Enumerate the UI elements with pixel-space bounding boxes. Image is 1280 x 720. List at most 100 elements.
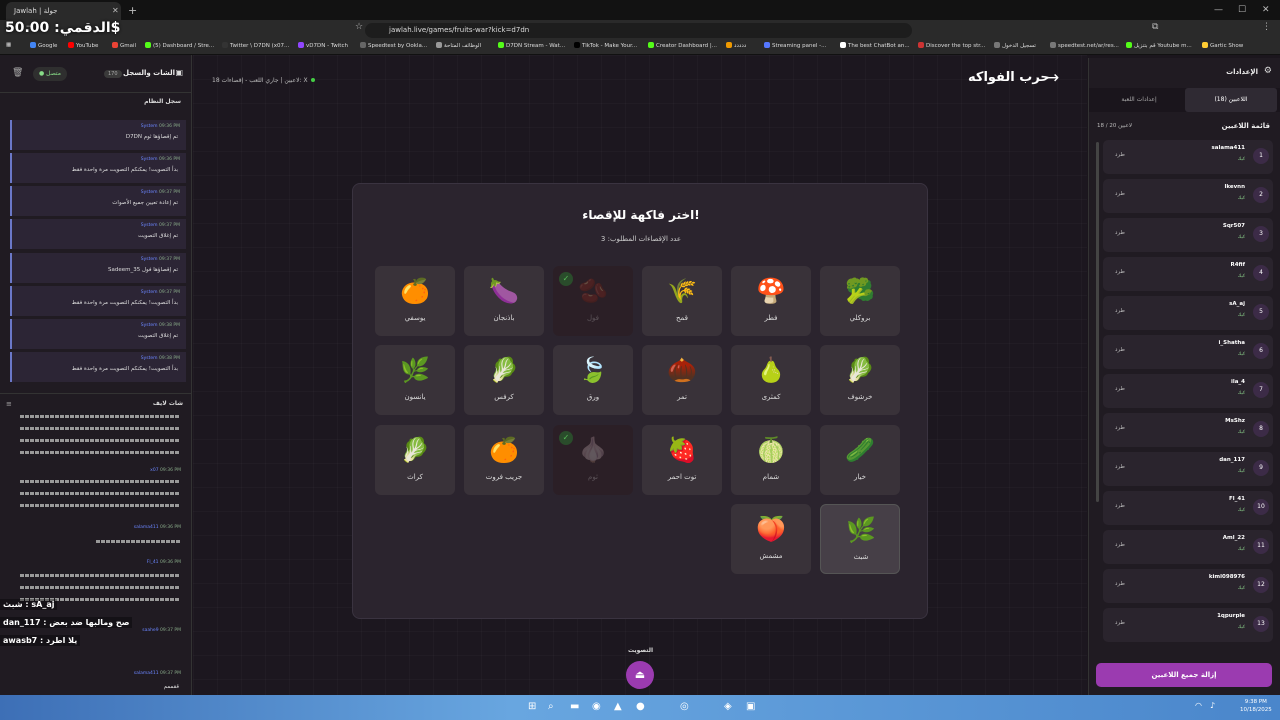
bookmark[interactable]: TikTok - Make Your... (574, 42, 637, 49)
kick-button[interactable]: طرد (1115, 191, 1125, 197)
bookmark[interactable]: Gartic Show (1202, 42, 1243, 49)
fruit-tile[interactable]: 🥬 كرفس (464, 345, 544, 415)
fruit-tile[interactable]: 🌿 يانسون (375, 345, 455, 415)
log-item: System 09:37 PM تم إغلاق التصويت (10, 219, 186, 249)
fruit-tile[interactable]: 🥬 كراث (375, 425, 455, 495)
bookmark[interactable]: YouTube (68, 42, 98, 49)
overlay-chat-line: dan_117 : صح ومالبها ضد بعض (0, 617, 133, 628)
bookmark[interactable]: ددددد (726, 42, 746, 49)
kick-button[interactable]: طرد (1115, 269, 1125, 275)
extensions-icon[interactable]: ⧉ (1152, 22, 1158, 32)
bookmark[interactable]: Streaming panel -... (764, 42, 826, 49)
fruit-tile[interactable]: 🌰 تمر (642, 345, 722, 415)
chat-meta: saahe9 09:37 PM (142, 628, 181, 633)
kick-button[interactable]: طرد (1115, 581, 1125, 587)
fruit-tile[interactable]: 🌾 قمح (642, 266, 722, 336)
player-platform: كيك (1237, 313, 1245, 318)
chat-meta: salama411 09:36 PM (133, 525, 181, 530)
file-explorer-icon[interactable]: ▬ (570, 701, 579, 712)
fruit-tile[interactable]: 🍊 يوسفي (375, 266, 455, 336)
chrome-icon[interactable]: ◉ (592, 701, 601, 712)
player-row: 10 Fl_41 كيك طرد (1103, 491, 1273, 525)
kick-button[interactable]: طرد (1115, 308, 1125, 314)
new-tab-icon[interactable]: + (128, 2, 137, 20)
bookmark[interactable]: speedtest.net/ar/res... (1050, 42, 1119, 49)
divider (0, 393, 192, 394)
kick-button[interactable]: طرد (1115, 620, 1125, 626)
scrollbar[interactable] (1096, 142, 1099, 502)
kick-button[interactable]: طرد (1115, 386, 1125, 392)
bookmark[interactable]: قم بتنزيل Youtube m... (1126, 42, 1192, 49)
fruit-tile[interactable]: 🍑 مشمش (731, 504, 811, 574)
app-icon[interactable]: ◈ (724, 701, 732, 712)
minimize-icon[interactable]: — (1214, 2, 1223, 18)
kick-button[interactable]: طرد (1115, 347, 1125, 353)
fruit-label: كراث (407, 473, 423, 481)
bookmark[interactable]: Discover the top str... (918, 42, 985, 49)
kick-button[interactable]: طرد (1115, 425, 1125, 431)
fruit-tile[interactable]: 🌿 شبث (820, 504, 900, 574)
bookmark[interactable]: Speedtest by Ookla... (360, 42, 427, 49)
bookmark-star-icon[interactable]: ☆ (355, 22, 363, 32)
kick-app-icon[interactable]: ▣ (746, 701, 755, 712)
maximize-icon[interactable]: ☐ (1238, 2, 1246, 18)
fruit-tile[interactable]: 🍃 ورق (553, 345, 633, 415)
player-platform: كيك (1237, 508, 1245, 513)
vote-button[interactable]: ⏏ (626, 661, 654, 689)
menu-icon[interactable]: ⋮ (1262, 22, 1271, 32)
filter-icon[interactable]: ≡ (6, 400, 12, 408)
fruit-tile[interactable]: 🍊 جريب فروت (464, 425, 544, 495)
kick-button[interactable]: طرد (1115, 503, 1125, 509)
tab-players[interactable]: اللاعبين (18) (1185, 88, 1277, 112)
player-row: 13 1qpurple كيك طرد (1103, 608, 1273, 642)
window-close-icon[interactable]: ✕ (1262, 2, 1270, 18)
search-icon[interactable]: ⌕ (548, 701, 554, 712)
brave-icon[interactable]: ▲ (614, 701, 622, 712)
log-item: System 09:37 PM Sadeem_35 تم إقصاؤها فول (10, 253, 186, 283)
player-platform: كيك (1237, 469, 1245, 474)
fruit-icon: 🍆 (489, 277, 519, 305)
tab-game-settings[interactable]: إعدادات اللعبة (1093, 88, 1185, 112)
kick-button[interactable]: طرد (1115, 152, 1125, 158)
kick-button[interactable]: طرد (1115, 464, 1125, 470)
settings-panel: الإعدادات ⚙ اللاعبين (18) إعدادات اللعبة… (1088, 58, 1280, 695)
app-icon[interactable]: ● (636, 701, 645, 712)
fruit-tile[interactable]: 🥬 خرشوف (820, 345, 900, 415)
bookmark[interactable]: D7DN Stream - Wat... (498, 42, 565, 49)
fruit-tile[interactable]: 🧄 ثوم ✓ (553, 425, 633, 495)
bookmark[interactable]: تسجيل الدخول (994, 42, 1036, 49)
bookmark[interactable]: Creator Dashboard |... (648, 42, 717, 49)
bookmark[interactable]: Gmail (112, 42, 136, 49)
tab-bar: اللاعبين (18) إعدادات اللعبة (1089, 88, 1280, 112)
fruit-tile[interactable]: 🫘 فول ✓ (553, 266, 633, 336)
close-icon[interactable]: ✕ (112, 2, 119, 20)
bookmark[interactable]: الوظائف المتاحة (436, 42, 481, 49)
log-item: System 09:37 PM بدأ التصويت! يمكنكم التصو… (10, 286, 186, 316)
fruit-tile[interactable]: 🍈 شمام (731, 425, 811, 495)
remove-all-players-button[interactable]: إزالة جميع اللاعبين (1096, 663, 1272, 687)
trash-icon[interactable]: 🗑 (12, 68, 23, 78)
kick-button[interactable]: طرد (1115, 542, 1125, 548)
browser-tab[interactable]: Jawlah | جولة (6, 2, 121, 20)
bookmark[interactable]: Google (30, 42, 57, 49)
bookmark[interactable]: The best ChatBot an... (840, 42, 910, 49)
spotify-icon[interactable]: ◎ (680, 701, 689, 712)
bookmark[interactable]: vD7DN - Twitch (298, 42, 348, 49)
bookmark[interactable]: (5) Dashboard / Stre... (145, 42, 214, 49)
player-name: i_Shatha (1218, 340, 1245, 346)
fruit-tile[interactable]: 🥦 بروكلي (820, 266, 900, 336)
bookmark[interactable]: Twitter \ D7DN (x07... (222, 42, 289, 49)
fruit-tile[interactable]: 🍆 باذنجان (464, 266, 544, 336)
fruit-tile[interactable]: 🥒 خيار (820, 425, 900, 495)
kick-button[interactable]: طرد (1115, 230, 1125, 236)
player-platform: كيك (1237, 352, 1245, 357)
start-icon[interactable]: ⊞ (528, 701, 536, 712)
url-input[interactable]: jawlah.live/games/fruits-war?kick=d7dn (365, 23, 912, 38)
fruit-tile[interactable]: 🍐 كمثرى (731, 345, 811, 415)
fruit-tile[interactable]: 🍓 توت احمر (642, 425, 722, 495)
card-title: اختر فاكهة للإقصاء! (582, 208, 700, 222)
apps-icon[interactable]: ▦ (6, 42, 11, 48)
fruit-tile[interactable]: 🍄 فطر (731, 266, 811, 336)
back-arrow-icon[interactable]: → (1045, 68, 1059, 88)
player-name: R4fif (1230, 262, 1245, 268)
